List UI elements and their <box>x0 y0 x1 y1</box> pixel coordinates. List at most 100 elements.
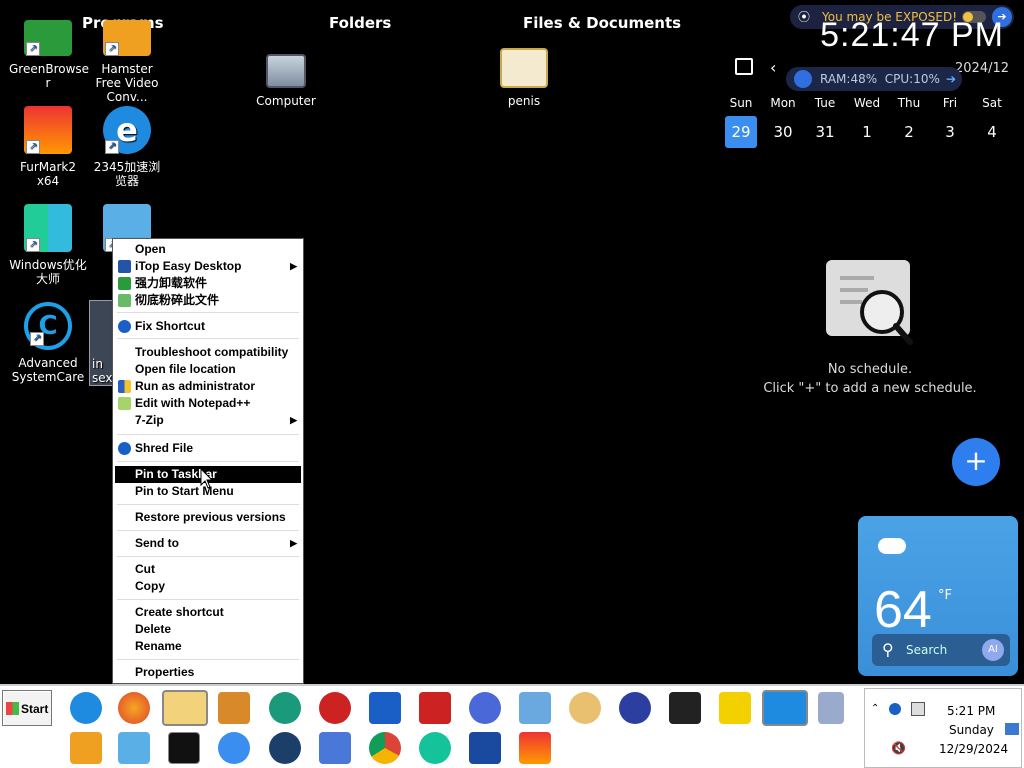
ai-button[interactable]: AI <box>982 639 1004 661</box>
menu-separator <box>117 504 299 505</box>
chrome-canary-icon[interactable] <box>218 732 250 764</box>
command-prompt-icon[interactable] <box>168 732 200 764</box>
recycle-app-icon[interactable] <box>118 732 150 764</box>
calendar-prev-button[interactable]: ‹ <box>770 58 776 77</box>
control-panel-icon[interactable] <box>519 692 551 724</box>
media-play-icon[interactable] <box>70 732 102 764</box>
desktop-icon-windows-optimizer[interactable]: ↗ Windows优化大师 <box>9 204 87 286</box>
desktop-icon-label: Windows优化大师 <box>9 258 87 286</box>
weekday-header: Mon <box>770 96 796 110</box>
resource-monitor[interactable]: RAM:48% CPU:10% ➔ <box>786 67 962 91</box>
menu-item-create-shortcut[interactable]: Create shortcut <box>115 604 301 621</box>
menu-item-send-to[interactable]: Send to ▶ <box>115 535 301 552</box>
calendar-day[interactable]: 3 <box>934 116 966 148</box>
weather-search-input[interactable]: ⚲ Search AI <box>872 634 1010 666</box>
menu-item-fix-shortcut[interactable]: Fix Shortcut <box>115 318 301 335</box>
desktop-icon-greenbrowser[interactable]: ↗ GreenBrowse r <box>9 20 89 90</box>
furmark-icon[interactable] <box>519 732 551 764</box>
firefox-icon[interactable] <box>118 692 150 724</box>
chrome-icon[interactable] <box>369 732 401 764</box>
arrow-right-icon[interactable]: ➔ <box>946 67 956 91</box>
tray-day: Sunday <box>949 723 994 737</box>
windows-logo-icon <box>6 702 19 715</box>
empty-schedule-icon <box>826 260 913 345</box>
menu-item-run-admin[interactable]: Run as administrator <box>115 378 301 395</box>
iobit-icon[interactable] <box>319 692 351 724</box>
ie-icon[interactable] <box>70 692 102 724</box>
rocket-icon <box>794 70 812 88</box>
infinity-app-icon[interactable] <box>619 692 651 724</box>
grammarly-icon[interactable] <box>419 732 451 764</box>
bestbuy-icon[interactable] <box>719 692 751 724</box>
add-schedule-button[interactable]: + <box>952 438 1000 486</box>
menu-item-delete[interactable]: Delete <box>115 621 301 638</box>
weather-widget[interactable]: 64 °F ⚲ Search AI <box>858 516 1018 676</box>
start-button[interactable]: Start <box>2 690 52 726</box>
desktop-icon-label: 2345加速浏览器 <box>93 160 161 188</box>
menu-item-cut[interactable]: Cut <box>115 561 301 578</box>
calendar-icon[interactable] <box>735 58 753 75</box>
menu-separator <box>117 530 299 531</box>
tray-expand-icon[interactable]: ⌃ <box>871 703 879 714</box>
calendar-day[interactable]: 2 <box>893 116 925 148</box>
document-app-icon[interactable] <box>818 692 844 724</box>
desktop-icon-label: penis <box>507 94 541 108</box>
menu-item-7zip[interactable]: 7-Zip ▶ <box>115 412 301 429</box>
file-explorer-icon[interactable] <box>162 690 208 726</box>
show-desktop-icon[interactable] <box>1005 723 1019 735</box>
desktop-icon-computer[interactable]: Computer <box>247 50 325 108</box>
desktop-icon-advanced-systemcare[interactable]: C ↗ Advanced SystemCare <box>9 302 87 384</box>
calendar-day[interactable]: 1 <box>851 116 883 148</box>
malware-fighter-icon[interactable] <box>369 692 401 724</box>
menu-item-rename[interactable]: Rename <box>115 638 301 655</box>
menu-item-properties[interactable]: Properties <box>115 664 301 681</box>
fix-shortcut-icon <box>118 320 131 333</box>
ad-blocker-icon[interactable] <box>319 732 351 764</box>
menu-item-notepadpp[interactable]: Edit with Notepad++ <box>115 395 301 412</box>
menu-item-troubleshoot[interactable]: Troubleshoot compatibility <box>115 344 301 361</box>
menu-item-shred-cn[interactable]: 彻底粉碎此文件 <box>115 292 301 309</box>
menu-item-itop[interactable]: iTop Easy Desktop ▶ <box>115 258 301 275</box>
desktop-icon-penis-file[interactable]: penis <box>485 48 563 108</box>
desktop-icon-label: FurMark2 x64 <box>19 160 76 188</box>
computer-icon <box>266 54 306 88</box>
menu-item-uninstall[interactable]: 强力卸载软件 <box>115 275 301 292</box>
bird-app-icon[interactable] <box>469 692 501 724</box>
menu-item-open-location[interactable]: Open file location <box>115 361 301 378</box>
media-player-icon[interactable] <box>218 692 250 724</box>
menu-separator <box>117 338 299 339</box>
menu-item-shred-file[interactable]: Shred File <box>115 440 301 457</box>
calendar-day[interactable]: 4 <box>976 116 1008 148</box>
weather-temperature: 64 <box>874 581 932 639</box>
star-app-icon[interactable] <box>469 732 501 764</box>
menu-item-copy[interactable]: Copy <box>115 578 301 595</box>
windows-optimizer-icon: ↗ <box>24 204 72 252</box>
alert-icon: ⦿ <box>798 10 811 24</box>
tray-time[interactable]: 5:21 PM <box>947 704 995 718</box>
mouse-cursor-icon <box>200 468 214 489</box>
network-icon[interactable] <box>911 702 925 716</box>
blackberry-icon[interactable] <box>669 692 701 724</box>
edge-icon[interactable] <box>269 692 301 724</box>
desktop-icon-furmark[interactable]: ↗ FurMark2 x64 <box>9 106 87 188</box>
desktop-icon-hamster[interactable]: ↗ Hamster Free Video Conv... <box>88 20 166 104</box>
desktop-icon-2345[interactable]: e ↗ 2345加速浏览器 <box>88 106 166 188</box>
desktop-icon-label: Computer <box>256 94 316 108</box>
calendar-day[interactable]: 30 <box>767 116 799 148</box>
context-menu: Open iTop Easy Desktop ▶ 强力卸载软件 彻底粉碎此文件 F… <box>112 238 304 684</box>
menu-item-open[interactable]: Open <box>115 241 301 258</box>
screen-recorder-icon[interactable] <box>419 692 451 724</box>
paint-icon[interactable] <box>569 692 601 724</box>
calendar-month: 2024/12 <box>955 61 1010 76</box>
menu-item-restore[interactable]: Restore previous versions <box>115 509 301 526</box>
ccleaner-icon[interactable] <box>269 732 301 764</box>
tray-app-icon[interactable] <box>889 703 901 715</box>
notepadpp-icon <box>118 397 131 410</box>
desktop-icon-selected[interactable]: in sex <box>89 300 113 386</box>
tray-date: 12/29/2024 <box>939 742 1009 756</box>
calendar-day-today[interactable]: 29 <box>725 116 757 148</box>
volume-muted-icon[interactable]: 🔇 <box>891 741 906 755</box>
calendar-day[interactable]: 31 <box>809 116 841 148</box>
browser-e-icon[interactable] <box>762 690 808 726</box>
add-schedule-hint: Click "+" to add a new schedule. <box>763 381 977 396</box>
